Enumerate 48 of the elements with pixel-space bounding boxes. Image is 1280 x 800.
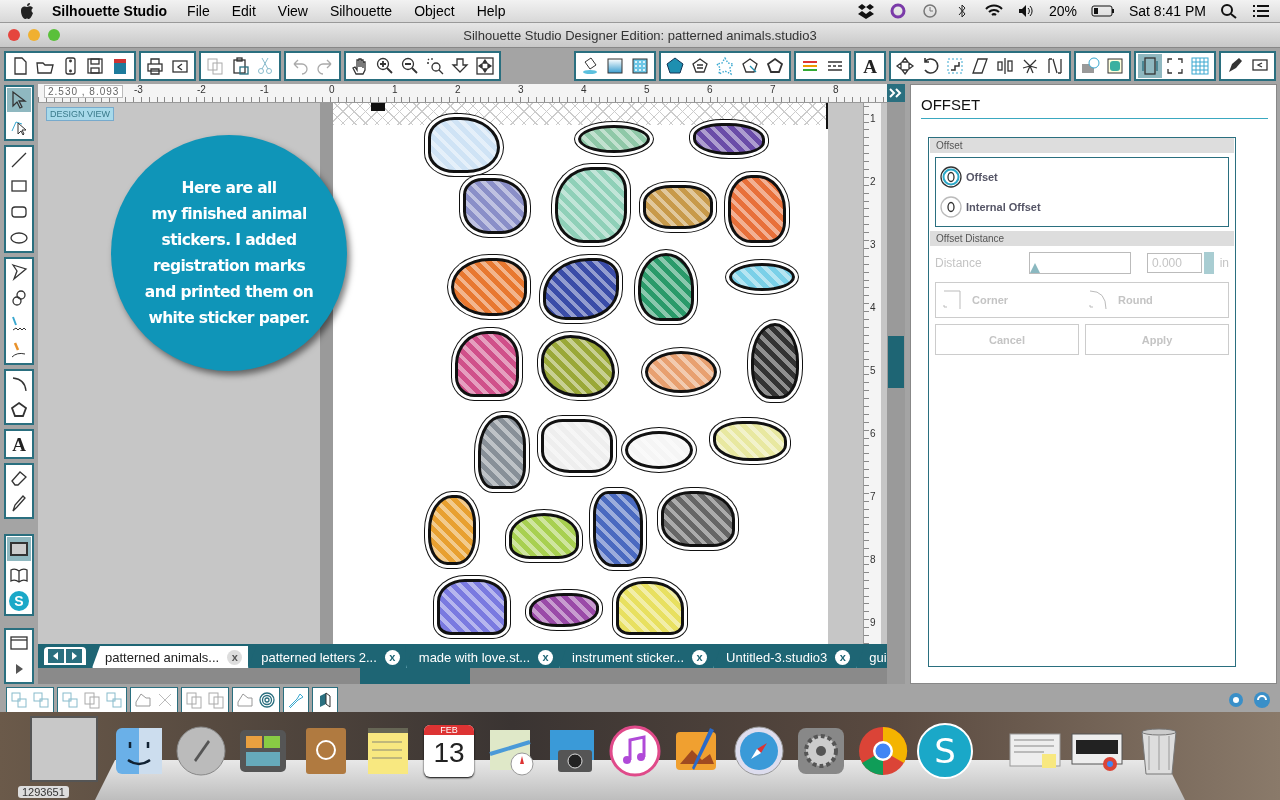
tab-close-button[interactable]: x xyxy=(384,649,400,665)
view-badge: DESIGN VIEW xyxy=(46,107,114,121)
ruler-number: 4 xyxy=(870,302,876,313)
ruler-number: 7 xyxy=(870,491,876,502)
unit-label: in xyxy=(1219,256,1229,270)
menu-item[interactable]: Help xyxy=(476,3,506,19)
menu-item[interactable]: Edit xyxy=(231,3,256,19)
menu-item[interactable]: Silhouette xyxy=(329,3,393,19)
ruler-number: 2 xyxy=(455,84,461,95)
ruler-number: 1 xyxy=(870,113,876,124)
ruler-number: 6 xyxy=(707,84,713,95)
section-header: Offset Distance xyxy=(930,231,1234,246)
document-tab[interactable]: patterned animals... x xyxy=(92,646,249,668)
ruler-number: 5 xyxy=(870,365,876,376)
ruler-number: 4 xyxy=(581,84,587,95)
app-menu[interactable]: Silhouette Studio xyxy=(52,3,168,19)
ruler-number: 8 xyxy=(833,84,839,95)
ruler-number: -1 xyxy=(260,84,269,95)
callout-text: Here are all my finished animal stickers. I added registration marks and printed them on white sticker paper. xyxy=(144,178,314,329)
ruler-number: 0 xyxy=(329,84,335,95)
window-title: Silhouette Studio Designer Edition: patterned animals.studio3 xyxy=(462,27,818,43)
ruler-number: 9 xyxy=(870,617,876,628)
section-header: Offset xyxy=(930,138,1234,153)
ruler-number: 5 xyxy=(644,84,650,95)
ruler-number: 3 xyxy=(870,239,876,250)
ruler-number: 6 xyxy=(870,428,876,439)
battery-percent: 20% xyxy=(1048,3,1077,19)
tab-close-button[interactable]: x xyxy=(692,649,708,665)
panel-title: OFFSET xyxy=(921,95,1268,119)
ruler-number: 3 xyxy=(518,84,524,95)
text-tool-button[interactable]: A xyxy=(7,432,31,456)
menu-item[interactable]: File xyxy=(187,3,210,19)
menu-item[interactable]: View xyxy=(277,3,308,19)
tab-close-button[interactable]: x xyxy=(227,649,243,665)
ruler-number: -2 xyxy=(197,84,206,95)
distance-label: Distance xyxy=(935,256,983,270)
tab-close-button[interactable]: x xyxy=(538,649,554,665)
ruler-number: 7 xyxy=(770,84,776,95)
tab-close-button[interactable]: x xyxy=(835,649,851,665)
coordinate-readout: 2.530 , 8.093 xyxy=(44,85,124,98)
partial-label: 1293651 xyxy=(18,786,69,798)
ruler-number: 8 xyxy=(870,554,876,565)
clock[interactable]: Sat 8:41 PM xyxy=(1128,3,1206,19)
menu-item[interactable]: Object xyxy=(414,3,455,19)
text-tool-button[interactable]: A xyxy=(858,54,882,78)
ruler-number: 2 xyxy=(870,176,876,187)
ruler-number: -3 xyxy=(134,84,143,95)
ruler-number: 1 xyxy=(392,84,398,95)
